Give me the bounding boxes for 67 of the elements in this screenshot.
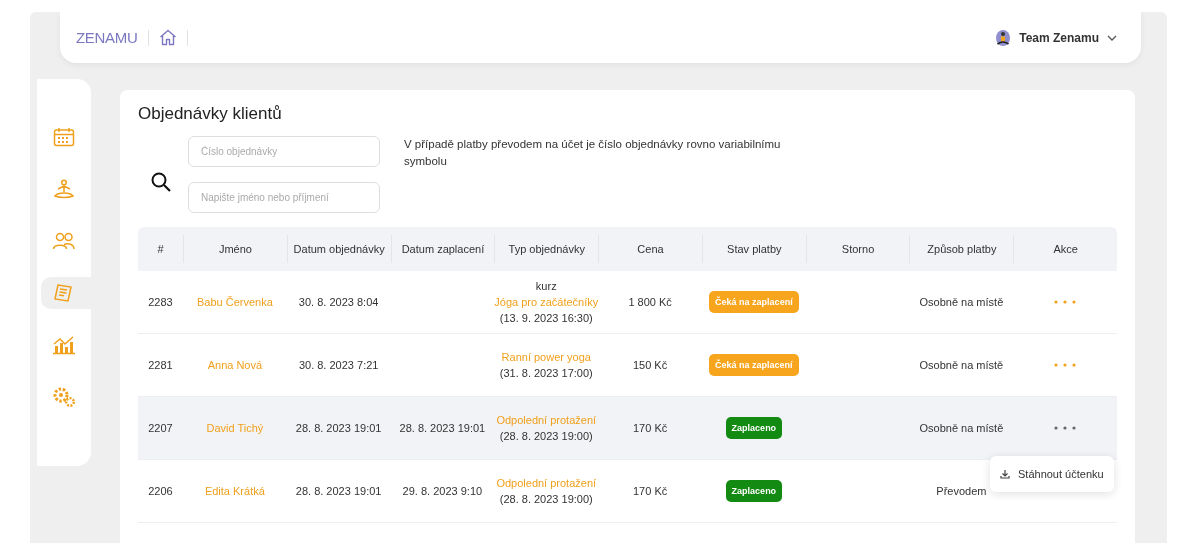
gears-icon <box>52 386 76 408</box>
status-badge: Zaplaceno <box>725 417 783 439</box>
column-header: Stav platby <box>727 242 782 257</box>
info-text: V případě platby převodem na účet je číslo objednávky rovno variabilnímu symbolu <box>404 137 782 169</box>
table-cell-text: Osobně na místě <box>919 295 1004 310</box>
table-cell-text: 150 Kč <box>632 358 668 373</box>
order-type: Ranní power yoga (31. 8. 2023 17:00) <box>498 350 594 381</box>
table-cell-text: 2281 <box>148 358 173 373</box>
avatar-icon <box>995 28 1012 47</box>
home-icon[interactable] <box>158 29 177 46</box>
receipt-icon <box>53 283 75 303</box>
menu-item[interactable]: Stáhnout účtenku <box>990 464 1114 484</box>
more-icon[interactable] <box>1054 426 1077 430</box>
download-icon <box>1000 469 1010 479</box>
chart-icon <box>52 335 76 355</box>
table-cell-text: Převodem <box>936 484 987 499</box>
table-row[interactable]: 2207 David Tichý 28. 8. 2023 19:01 28. 8. 2023 19:01 Odpolední protažení (28. 8. 2023 19:00) 170 Kč Zaplaceno Osobně na místě <box>138 397 1117 460</box>
status-badge: Čeká na zaplacení <box>709 291 799 313</box>
status-badge: Čeká na zaplacení <box>709 354 799 376</box>
column-header: # <box>157 242 164 257</box>
page-title: Objednávky klientů <box>138 104 283 124</box>
course-link[interactable]: Jóga pro začátečníky <box>494 296 599 308</box>
more-icon[interactable] <box>1054 300 1077 304</box>
table-row[interactable]: 2283 Babu Červenka 30. 8. 2023 8:04 kurz Jóga pro začátečníky (13. 9. 2023 16:30) 1 800 Kč Čeká na zaplacení Osobně na místě <box>138 271 1117 334</box>
chevron-down-icon[interactable] <box>1107 34 1117 41</box>
order-type: Odpolední protažení (28. 8. 2023 19:00) <box>496 476 597 507</box>
client-link[interactable]: David Tichý <box>206 420 264 436</box>
search-icon <box>150 171 172 193</box>
table-cell-text: 170 Kč <box>633 421 668 436</box>
table-cell-text: Osobně na místě <box>919 358 1004 373</box>
table-cell-text: 170 Kč <box>633 484 668 499</box>
table-cell-text: 1 800 Kč <box>628 295 672 310</box>
table-cell-text: 2207 <box>148 421 173 436</box>
table-cell-text: 28. 8. 2023 19:01 <box>295 421 382 436</box>
column-header: Datum objednávky <box>293 242 385 257</box>
user-name[interactable]: Team Zenamu <box>1019 30 1099 45</box>
calendar-icon <box>53 127 75 147</box>
table-cell-text: 28. 8. 2023 19:01 <box>399 421 486 436</box>
column-header: Storno <box>841 242 875 257</box>
table-cell-text: Osobně na místě <box>919 421 1004 436</box>
course-link[interactable]: Odpolední protažení <box>496 477 597 489</box>
table-cell-text: 28. 8. 2023 19:01 <box>295 484 382 499</box>
column-header: Typ objednávky <box>508 242 585 257</box>
column-header: Způsob platby <box>927 242 997 257</box>
name-field[interactable]: Napište jméno nebo příjmení <box>188 182 380 213</box>
table-cell-text: 2206 <box>148 484 173 499</box>
client-link[interactable]: Edita Krátká <box>204 483 265 499</box>
order-number-field[interactable]: Číslo objednávky <box>188 136 380 167</box>
logo[interactable]: ZENAMU <box>76 28 138 47</box>
client-link[interactable]: Anna Nová <box>207 357 263 373</box>
people-icon <box>52 231 76 251</box>
column-header: Cena <box>637 242 664 257</box>
table-cell-text: 29. 8. 2023 9:10 <box>402 484 483 499</box>
course-link[interactable]: Odpolední protažení <box>496 414 597 426</box>
order-type: Odpolední protažení (28. 8. 2023 19:00) <box>496 413 597 444</box>
table-cell-text: 30. 8. 2023 7:21 <box>298 358 379 373</box>
more-icon[interactable] <box>1054 363 1077 367</box>
order-type: kurz Jóga pro začátečníky (13. 9. 2023 16:30) <box>494 279 599 326</box>
status-badge: Zaplaceno <box>725 480 783 502</box>
column-header: Datum zaplacení <box>401 242 485 257</box>
column-header: Jméno <box>218 242 252 257</box>
client-link[interactable]: Babu Červenka <box>196 294 273 310</box>
table-cell-text: 30. 8. 2023 8:04 <box>298 295 379 310</box>
meditation-icon <box>53 179 75 199</box>
column-header: Akce <box>1053 242 1078 257</box>
course-link[interactable]: Ranní power yoga <box>501 351 591 363</box>
table-cell-text: 2283 <box>148 295 173 310</box>
